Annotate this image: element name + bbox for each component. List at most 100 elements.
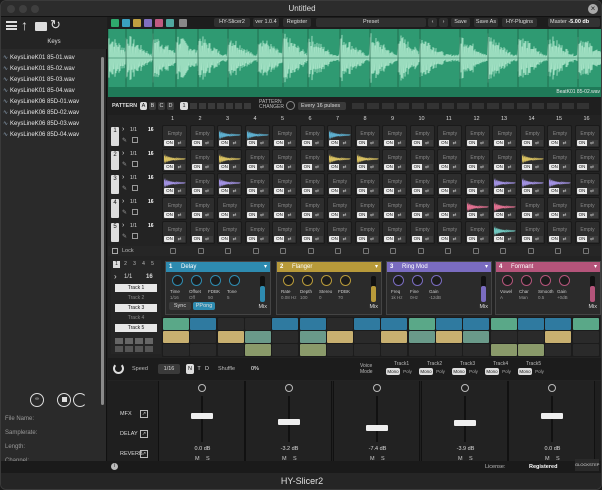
track5-color-icon[interactable]	[166, 19, 174, 27]
slice-cell[interactable]: ON ⇄	[217, 149, 242, 172]
slice-cell[interactable]: Empty ON ⇄	[464, 149, 490, 172]
fx-dropdown-icon[interactable]: ▾	[485, 262, 488, 272]
slice-arrow-icon[interactable]: ⇄	[284, 164, 295, 170]
track1-color-icon[interactable]	[122, 19, 130, 27]
slice-cell[interactable]: ON ⇄	[492, 221, 517, 244]
fx-step[interactable]	[217, 318, 244, 330]
slice-arrow-icon[interactable]: ⇄	[559, 236, 570, 242]
lock-step-icon[interactable]	[197, 248, 204, 254]
slice-arrow-icon[interactable]: ⇄	[476, 212, 488, 218]
fx-step[interactable]	[217, 331, 244, 343]
file-item[interactable]: ∿ KeysLineK01 85-03.wav	[3, 75, 101, 86]
lock-step-icon[interactable]	[252, 248, 259, 254]
fx-knob[interactable]	[321, 275, 332, 286]
fx-step[interactable]	[517, 344, 544, 356]
up-arrow-icon[interactable]: ↑	[21, 17, 28, 33]
slice-cell[interactable]: Empty ON ⇄	[299, 125, 325, 148]
send-open-icon[interactable]: ↗	[140, 450, 148, 458]
fx-step[interactable]	[299, 344, 326, 356]
slice-arrow-icon[interactable]: ⇄	[311, 164, 323, 170]
edit-icon[interactable]: ✎	[122, 137, 127, 144]
slice-arrow-icon[interactable]: ⇄	[311, 188, 323, 194]
prev-preset-icon[interactable]: ‹	[428, 18, 437, 27]
slice-cell[interactable]: Empty ON ⇄	[574, 197, 600, 220]
file-list-scrollbar[interactable]	[101, 57, 104, 405]
track-steps[interactable]: 16	[148, 175, 154, 181]
pan-knob[interactable]	[198, 384, 206, 392]
slice-cell[interactable]: ON ⇄	[162, 149, 187, 172]
slice-cell[interactable]: Empty ON ⇄	[547, 221, 572, 244]
save-button[interactable]: Save	[451, 18, 470, 27]
slice-arrow-icon[interactable]: ⇄	[229, 236, 240, 242]
slice-cell[interactable]: Empty ON ⇄	[519, 125, 545, 148]
slice-cell[interactable]: ON ⇄	[217, 173, 242, 196]
fx-toggle-button[interactable]: Sync	[169, 302, 191, 310]
slice-arrow-icon[interactable]: ⇄	[531, 188, 543, 194]
fx-page-button[interactable]: 1	[113, 261, 120, 268]
fx-name[interactable]: Flanger	[292, 262, 312, 272]
track-steps[interactable]: 16	[148, 151, 154, 157]
slice-cell[interactable]: Empty ON ⇄	[272, 173, 297, 196]
file-item[interactable]: ∿ KeysLineK06 85D-04.wav	[3, 130, 101, 141]
fx-page-button[interactable]: 5	[149, 261, 156, 268]
speed-select[interactable]: 1/16	[158, 364, 180, 374]
slice-cell[interactable]: Empty ON ⇄	[299, 197, 325, 220]
file-item[interactable]: ∿ KeysLineK01 85-04.wav	[3, 86, 101, 97]
send-open-icon[interactable]: ↗	[140, 410, 148, 418]
file-item[interactable]: ∿ KeysLineK06 85D-01.wav	[3, 97, 101, 108]
fx-step[interactable]	[545, 331, 572, 343]
lock-step-icon[interactable]	[335, 248, 341, 254]
slice-arrow-icon[interactable]: ⇄	[311, 212, 323, 218]
slice-arrow-icon[interactable]: ⇄	[504, 140, 515, 146]
slice-cell[interactable]: Empty ON ⇄	[272, 149, 297, 172]
slice-cell[interactable]: Empty ON ⇄	[189, 197, 215, 220]
pan-knob[interactable]	[373, 384, 381, 392]
pan-knob[interactable]	[548, 384, 556, 392]
slice-cell[interactable]: ON ⇄	[217, 125, 242, 148]
fx-knob[interactable]	[283, 275, 294, 286]
slice-arrow-icon[interactable]: ⇄	[201, 236, 213, 242]
slice-arrow-icon[interactable]: ⇄	[284, 236, 295, 242]
slice-cell[interactable]: Empty ON ⇄	[354, 173, 380, 196]
chain-slot[interactable]	[412, 103, 424, 109]
lock-step-icon[interactable]	[555, 248, 561, 254]
slice-arrow-icon[interactable]: ⇄	[311, 236, 323, 242]
slice-arrow-icon[interactable]: ⇄	[339, 212, 350, 218]
slice-arrow-icon[interactable]: ⇄	[586, 236, 598, 242]
slice-cell[interactable]: Empty ON ⇄	[574, 221, 600, 244]
slice-arrow-icon[interactable]: ⇄	[559, 164, 570, 170]
folder-icon[interactable]	[35, 22, 47, 31]
fx-step[interactable]	[490, 344, 517, 356]
fx-page-button[interactable]: 4	[140, 261, 147, 268]
file-item[interactable]: ∿ KeysLineK01 85-02.wav	[3, 64, 101, 75]
slice-arrow-icon[interactable]: ⇄	[394, 164, 405, 170]
file-item[interactable]: ∿ KeysLineK06 85D-02.wav	[3, 108, 101, 119]
slice-arrow-icon[interactable]: ⇄	[476, 188, 488, 194]
image-icon[interactable]	[179, 19, 187, 27]
slice-arrow-icon[interactable]: ⇄	[559, 140, 570, 146]
slice-cell[interactable]: Empty ON ⇄	[409, 125, 435, 148]
randomize-icon[interactable]	[132, 137, 138, 143]
chain-slot[interactable]	[487, 103, 499, 109]
track2-color-icon[interactable]	[133, 19, 141, 27]
pattern-d-button[interactable]: D	[167, 102, 174, 110]
slice-cell[interactable]: Empty ON ⇄	[547, 197, 572, 220]
slice-cell[interactable]: Empty ON ⇄	[382, 149, 407, 172]
voice-poly-button[interactable]: Poly	[467, 368, 480, 375]
grid-view-icon[interactable]	[111, 19, 119, 27]
slice-arrow-icon[interactable]: ⇄	[476, 236, 488, 242]
fx-step[interactable]	[436, 318, 462, 330]
slice-cell[interactable]: Empty ON ⇄	[354, 221, 380, 244]
track-number[interactable]: 5	[111, 223, 119, 242]
slice-arrow-icon[interactable]: ⇄	[339, 140, 350, 146]
fx-step[interactable]	[381, 344, 408, 356]
fx-step[interactable]	[163, 318, 189, 330]
fx-page-button[interactable]: 2	[122, 261, 129, 268]
chain-slot[interactable]	[367, 103, 379, 109]
fx-step[interactable]	[326, 344, 353, 356]
fx-step[interactable]	[490, 318, 517, 330]
slice-arrow-icon[interactable]: ⇄	[394, 188, 405, 194]
slice-arrow-icon[interactable]: ⇄	[421, 140, 433, 146]
slice-cell[interactable]: Empty ON ⇄	[464, 125, 490, 148]
slice-arrow-icon[interactable]: ⇄	[559, 188, 570, 194]
